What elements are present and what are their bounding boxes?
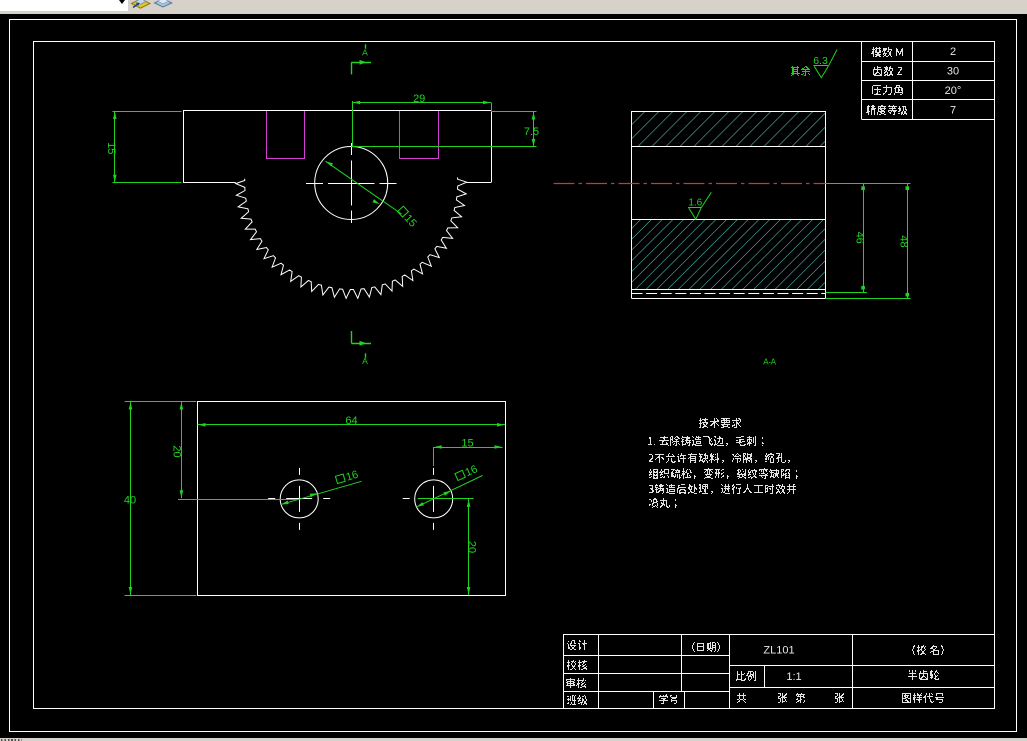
svg-text:1.6: 1.6	[688, 197, 702, 208]
svg-text:1:1: 1:1	[786, 671, 801, 683]
svg-text:48: 48	[898, 235, 910, 247]
svg-text:7.5: 7.5	[524, 126, 539, 138]
svg-text:15: 15	[105, 142, 117, 154]
svg-text:46: 46	[853, 232, 865, 244]
svg-text:2: 2	[950, 46, 956, 58]
svg-text:20°: 20°	[945, 85, 962, 97]
svg-text:A: A	[362, 48, 368, 58]
svg-text:64: 64	[345, 415, 357, 427]
svg-text:20: 20	[170, 445, 182, 457]
svg-text:16: 16	[463, 463, 479, 479]
svg-text:7: 7	[950, 104, 956, 116]
svg-text:30: 30	[947, 66, 959, 78]
svg-text:16: 16	[345, 469, 360, 484]
svg-text:20: 20	[466, 541, 478, 553]
svg-text:ZL101: ZL101	[763, 645, 794, 657]
svg-text:29: 29	[413, 93, 425, 105]
svg-text:A-A: A-A	[763, 358, 776, 367]
svg-text:15: 15	[461, 437, 473, 449]
svg-text:40: 40	[124, 495, 136, 507]
svg-text:A: A	[362, 356, 368, 366]
